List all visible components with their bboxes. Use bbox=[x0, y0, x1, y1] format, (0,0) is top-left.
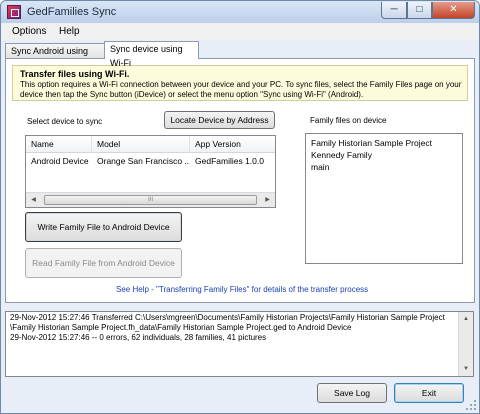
read-family-file-button[interactable]: Read Family File from Android Device bbox=[25, 248, 182, 278]
info-heading: Transfer files using Wi-Fi. bbox=[20, 69, 130, 79]
menu-bar: Options Help bbox=[2, 23, 478, 40]
locate-device-button[interactable]: Locate Device by Address bbox=[164, 111, 275, 129]
log-textbox[interactable]: 29-Nov-2012 15:27:46 Transferred C:\User… bbox=[5, 311, 474, 377]
scroll-up-icon[interactable]: ▲ bbox=[459, 312, 473, 326]
maximize-button[interactable]: □ bbox=[407, 2, 432, 19]
tab-sync-android-usb[interactable]: Sync Android using USB bbox=[5, 43, 105, 70]
app-logo-icon bbox=[7, 5, 21, 19]
info-text: This option requires a Wi-Fi connection … bbox=[20, 80, 462, 99]
log-text: 29-Nov-2012 15:27:46 Transferred C:\User… bbox=[10, 313, 454, 343]
list-item[interactable]: Kennedy Family bbox=[311, 149, 462, 161]
column-header-model[interactable]: Model bbox=[92, 136, 190, 153]
log-line: \Family Historian Sample Project.fh_data… bbox=[10, 323, 352, 332]
log-line: 29-Nov-2012 15:27:46 Transferred C:\User… bbox=[10, 313, 445, 322]
resize-grip-icon[interactable] bbox=[466, 400, 476, 410]
device-row[interactable]: Android Device Orange San Francisco ... … bbox=[26, 153, 275, 170]
column-header-app-version[interactable]: App Version bbox=[190, 136, 275, 153]
tab-sync-wifi[interactable]: Sync device using Wi-Fi bbox=[104, 41, 199, 68]
device-list[interactable]: Name Model App Version Android Device Or… bbox=[25, 135, 276, 208]
list-item[interactable]: main bbox=[311, 161, 462, 173]
scroll-left-icon[interactable]: ◀ bbox=[26, 193, 41, 207]
horizontal-scrollbar[interactable]: ◀ III ▶ bbox=[26, 192, 275, 207]
window-title: GedFamilies Sync bbox=[27, 6, 117, 18]
device-name: Android Device bbox=[31, 156, 89, 166]
exit-button[interactable]: Exit bbox=[394, 383, 464, 403]
log-line: 29-Nov-2012 15:27:46 -- 0 errors, 62 ind… bbox=[10, 333, 267, 342]
scroll-down-icon[interactable]: ▼ bbox=[459, 362, 473, 376]
vertical-scrollbar[interactable]: ▲ ▼ bbox=[458, 312, 473, 376]
family-files-label: Family files on device bbox=[310, 116, 387, 125]
menu-help[interactable]: Help bbox=[59, 26, 80, 37]
scroll-thumb[interactable]: III bbox=[44, 195, 257, 205]
device-app-version: GedFamilies 1.0.0 bbox=[195, 156, 264, 166]
menu-options[interactable]: Options bbox=[12, 26, 46, 37]
scroll-right-icon[interactable]: ▶ bbox=[260, 193, 275, 207]
close-button[interactable]: ✕ bbox=[432, 2, 475, 19]
family-files-list[interactable]: Family Historian Sample Project Kennedy … bbox=[305, 133, 463, 264]
wifi-tab-panel: Transfer files using Wi-Fi. This option … bbox=[5, 58, 475, 303]
column-header-name[interactable]: Name bbox=[26, 136, 92, 153]
save-log-button[interactable]: Save Log bbox=[317, 383, 387, 403]
app-window: GedFamilies Sync ─ □ ✕ Options Help Sync… bbox=[0, 0, 480, 414]
list-item[interactable]: Family Historian Sample Project bbox=[311, 137, 462, 149]
info-box: Transfer files using Wi-Fi. This option … bbox=[12, 65, 468, 101]
write-family-file-button[interactable]: Write Family File to Android Device bbox=[25, 212, 182, 242]
select-device-label: Select device to sync bbox=[27, 117, 103, 126]
device-model: Orange San Francisco ... bbox=[97, 156, 190, 166]
help-link[interactable]: See Help - "Transferring Family Files" f… bbox=[116, 285, 368, 294]
title-bar[interactable]: GedFamilies Sync ─ □ ✕ bbox=[1, 1, 479, 23]
minimize-button[interactable]: ─ bbox=[381, 2, 407, 19]
